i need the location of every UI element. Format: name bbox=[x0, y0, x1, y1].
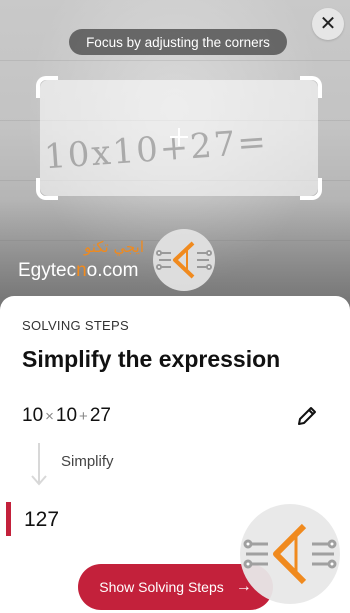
close-icon: ✕ bbox=[319, 13, 337, 35]
crop-corner-bottom-right[interactable] bbox=[300, 178, 322, 200]
watermark-text: ايجي تكنو Egytecno.com bbox=[18, 238, 144, 282]
expression-operator: × bbox=[45, 408, 54, 425]
close-button[interactable]: ✕ bbox=[312, 8, 344, 40]
watermark-logo-icon bbox=[153, 229, 215, 291]
crosshair-icon bbox=[170, 128, 188, 146]
watermark-latin-suffix: o.com bbox=[86, 260, 139, 281]
result-indicator bbox=[6, 502, 11, 536]
paper-line bbox=[0, 60, 350, 61]
cta-label: Show Solving Steps bbox=[99, 579, 224, 595]
watermark-arabic: ايجي تكنو bbox=[83, 238, 144, 256]
expression-operator: + bbox=[79, 408, 88, 425]
sheet-title: Simplify the expression bbox=[22, 346, 281, 372]
crop-corner-bottom-left[interactable] bbox=[36, 178, 58, 200]
step-label: Simplify bbox=[61, 453, 114, 470]
section-label: SOLVING STEPS bbox=[22, 318, 129, 333]
crop-corner-top-right[interactable] bbox=[300, 76, 322, 98]
expression-term: 10 bbox=[55, 405, 78, 426]
edit-button[interactable] bbox=[294, 403, 320, 429]
crop-corner-top-left[interactable] bbox=[36, 76, 58, 98]
expression-term: 10 bbox=[22, 405, 44, 426]
watermark-latin: Egytecno.com bbox=[18, 260, 144, 282]
focus-hint: Focus by adjusting the corners bbox=[69, 29, 287, 55]
math-expression: 10 × 10 +27 bbox=[22, 405, 111, 427]
watermark-latin-prefix: Egytec bbox=[18, 260, 77, 281]
pencil-icon bbox=[298, 407, 316, 425]
watermark-logo-icon bbox=[240, 504, 340, 604]
expression-term: 27 bbox=[89, 405, 111, 426]
arrow-down-icon bbox=[29, 441, 49, 487]
result-value: 127 bbox=[24, 508, 60, 531]
crop-frame[interactable]: 10x10+27= bbox=[36, 76, 322, 200]
watermark-latin-accent: n bbox=[76, 260, 87, 281]
